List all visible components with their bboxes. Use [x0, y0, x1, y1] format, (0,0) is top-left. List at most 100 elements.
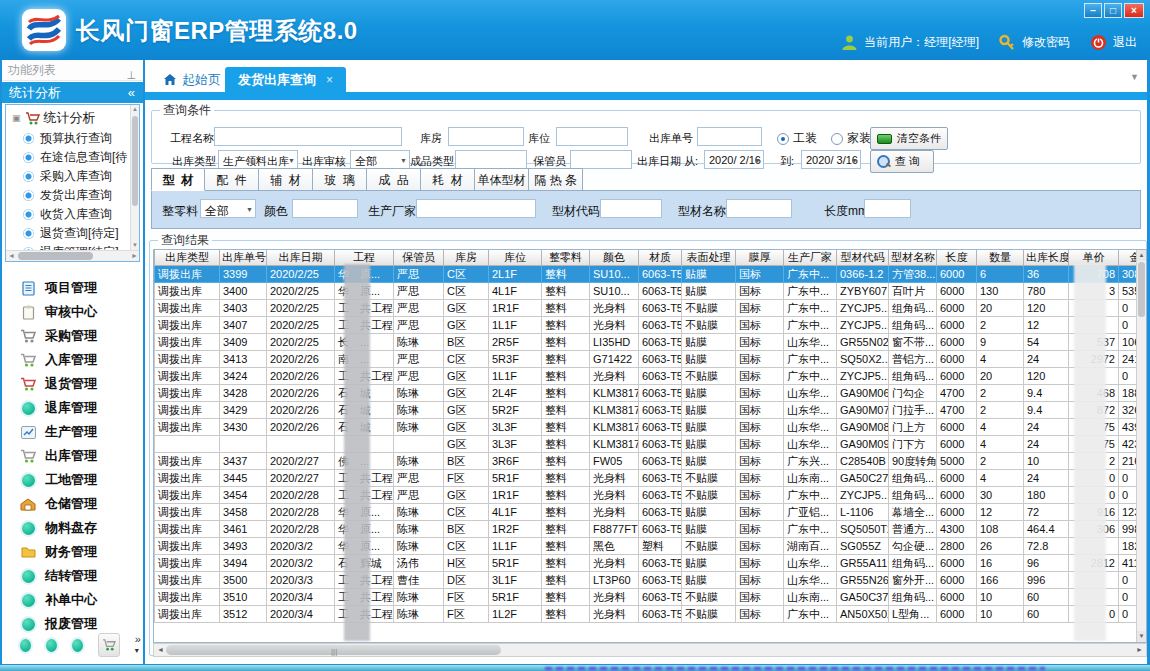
tree-item[interactable]: 采购入库查询	[6, 167, 139, 186]
footer-cart-button[interactable]	[98, 633, 120, 657]
material-tab-6[interactable]: 耗 材	[421, 168, 475, 191]
sidebar-item-生产管理[interactable]: 生产管理	[2, 420, 141, 444]
grid-horizontal-scrollbar[interactable]: ◄|||►	[153, 643, 1147, 657]
column-header[interactable]: 出库单号	[220, 250, 267, 266]
table-row[interactable]: 调拨出库34032020/2/25工 共工程严思G区1R1F整料光身料6063-…	[155, 300, 1148, 317]
material-tab-8[interactable]: 隔 热 条	[529, 168, 583, 191]
column-header[interactable]: 型材代码	[837, 250, 889, 266]
sidebar-item-入库管理[interactable]: 入库管理	[2, 348, 141, 372]
material-tab-5[interactable]: 成 品	[367, 168, 421, 191]
sidebar-item-项目管理[interactable]: 项目管理	[2, 276, 141, 300]
minimize-button[interactable]: –	[1084, 3, 1102, 18]
footer-dot-icon[interactable]	[46, 639, 57, 652]
table-row[interactable]: 调拨出库34542020/2/28工 共工程严思G区1R1F整料光身料6063-…	[155, 487, 1148, 504]
sidebar-item-财务管理[interactable]: 财务管理	[2, 540, 141, 564]
table-row[interactable]: 调拨出库34612020/2/28华 原...陈琳B区1R2F整料F8877FT…	[155, 521, 1148, 538]
date-to-select[interactable]: 2020/ 3/16▼	[801, 150, 861, 169]
table-row[interactable]: 调拨出库34452020/2/27工 共工程严思F区5R1F整料光身料6063-…	[155, 470, 1148, 487]
grid-vertical-scrollbar[interactable]: ▲▼	[1136, 250, 1146, 642]
len-input[interactable]	[864, 199, 911, 218]
column-header[interactable]: 材质	[639, 250, 682, 266]
table-row[interactable]: 调拨出库34302020/2/26石 城陈琳G区3L3F整料KLM3817606…	[155, 419, 1148, 436]
tree-item[interactable]: 预算执行查询	[6, 129, 139, 148]
material-tab-4[interactable]: 玻 璃	[313, 168, 367, 191]
table-row[interactable]: 调拨出库35002020/3/3工 共工程曹佳D区3L1F整料LT3P60606…	[155, 572, 1148, 589]
column-header[interactable]: 颜色	[590, 250, 639, 266]
sidebar-item-出库管理[interactable]: 出库管理	[2, 444, 141, 468]
tree-vertical-scrollbar[interactable]: ▲▼	[130, 105, 139, 250]
table-row[interactable]: 调拨出库34132020/2/26南 ...严思C区5R3F整料G7142260…	[155, 351, 1148, 368]
change-password-link[interactable]: 修改密码	[1022, 34, 1070, 51]
column-header[interactable]: 生产厂家	[784, 250, 837, 266]
table-row[interactable]: G区3L3F整料KLM38176063-T5贴膜国标山东华...GA90M09.…	[155, 436, 1148, 453]
sidebar-item-物料盘存[interactable]: 物料盘存	[2, 516, 141, 540]
material-tab-1[interactable]: 型 材	[151, 168, 205, 191]
audit-select[interactable]: 全部▼	[350, 150, 410, 169]
sidebar-item-退库管理[interactable]: 退库管理	[2, 396, 141, 420]
column-header[interactable]: 出库日期	[267, 250, 335, 266]
table-row[interactable]: 调拨出库34072020/2/25工 共工程严思G区1L1F整料光身料6063-…	[155, 317, 1148, 334]
table-row[interactable]: 调拨出库34282020/2/26石 城陈琳G区2L4F整料KLM3817606…	[155, 385, 1148, 402]
radio-home[interactable]: 家装	[831, 130, 871, 147]
date-from-select[interactable]: 2020/ 2/16▼	[704, 150, 764, 169]
column-header[interactable]: 出库长度	[1024, 250, 1069, 266]
column-header[interactable]: 整零料	[542, 250, 590, 266]
table-row[interactable]: 调拨出库34932020/3/2华 原...陈琳C区1L1F整料黑色塑料不贴膜国…	[155, 538, 1148, 555]
keeper-input[interactable]	[570, 150, 632, 169]
column-header[interactable]: 库房	[444, 250, 489, 266]
close-button[interactable]: ×	[1124, 3, 1144, 18]
clear-button[interactable]: 清空条件	[870, 127, 948, 150]
column-header[interactable]: 库位	[489, 250, 542, 266]
zl-select[interactable]: 全部▼	[200, 199, 256, 218]
table-row[interactable]: 调拨出库35122020/3/4工 共工程陈琳F区1L2F整料光身料6063-T…	[155, 606, 1148, 623]
tree-item[interactable]: 收货入库查询	[6, 205, 139, 224]
column-header[interactable]: 长度	[937, 250, 977, 266]
order-no-input[interactable]	[697, 127, 762, 146]
column-header[interactable]: 表面处理	[682, 250, 736, 266]
footer-dot-icon[interactable]	[72, 639, 83, 652]
out-type-select[interactable]: 生产领料出库▼	[218, 150, 298, 169]
logout-link[interactable]: 退出	[1113, 34, 1137, 51]
column-header[interactable]: 型材名称	[889, 250, 937, 266]
column-header[interactable]: 出库类型	[155, 250, 220, 266]
tree-horizontal-scrollbar[interactable]: ◄►	[6, 250, 140, 261]
footer-dot-icon[interactable]	[20, 639, 31, 652]
project-name-input[interactable]	[214, 127, 402, 146]
tab-home[interactable]: 起始页	[153, 67, 231, 92]
color-input[interactable]	[292, 199, 358, 218]
table-row[interactable]: 调拨出库34372020/2/27佛 ...陈琳B区3R6F整料FW056063…	[155, 453, 1148, 470]
tab-close-icon[interactable]: ×	[326, 73, 333, 87]
sidebar-section-header[interactable]: 统计分析 «	[2, 82, 143, 103]
tree-item[interactable]: 发货出库查询	[6, 186, 139, 205]
table-row[interactable]: 调拨出库34582020/2/28华 原...陈琳C区4L1F整料光身料6063…	[155, 504, 1148, 521]
column-header[interactable]: 膜厚	[736, 250, 784, 266]
mfr-input[interactable]	[416, 199, 536, 218]
tree-item[interactable]: 退货查询[待定]	[6, 224, 139, 243]
table-row[interactable]: 调拨出库35102020/3/4工 共工程陈琳F区5R1F整料光身料6063-T…	[155, 589, 1148, 606]
table-row[interactable]: 调拨出库34092020/2/25长 ...陈琳B区2R5F整料LI35HD60…	[155, 334, 1148, 351]
column-header[interactable]: 数量	[977, 250, 1024, 266]
table-row[interactable]: 调拨出库34002020/2/25华 原...严思C区4L1F整料SU10...…	[155, 283, 1148, 300]
column-header[interactable]: 保管员	[394, 250, 444, 266]
collapse-icon[interactable]: «	[128, 82, 135, 103]
warehouse-input[interactable]	[448, 127, 524, 146]
sidebar-item-仓储管理[interactable]: 仓储管理	[2, 492, 141, 516]
radio-work[interactable]: 工装	[777, 130, 817, 147]
material-tab-7[interactable]: 单体型材	[475, 168, 529, 191]
tree-item[interactable]: 在途信息查询[待	[6, 148, 139, 167]
code-input[interactable]	[600, 199, 662, 218]
sidebar-item-采购管理[interactable]: 采购管理	[2, 324, 141, 348]
material-tab-3[interactable]: 辅 材	[259, 168, 313, 191]
table-row[interactable]: 调拨出库34292020/2/26石 城陈琳G区5R2F整料KLM3817606…	[155, 402, 1148, 419]
table-row[interactable]: 调拨出库34942020/3/2石 辉城汤伟H区5R1F整料光身料6063-T5…	[155, 555, 1148, 572]
tree-expander-icon[interactable]: ▣	[12, 113, 21, 123]
sidebar-item-工地管理[interactable]: 工地管理	[2, 468, 141, 492]
maximize-button[interactable]: □	[1104, 3, 1122, 18]
sidebar-item-退货管理[interactable]: 退货管理	[2, 372, 141, 396]
footer-more-button[interactable]: »▾	[135, 634, 141, 656]
tab-active[interactable]: 发货出库查询×	[225, 67, 346, 92]
product-type-input[interactable]	[455, 150, 527, 169]
tree-root[interactable]: ▣ 统计分析	[6, 105, 139, 129]
name-input[interactable]	[726, 199, 792, 218]
table-row[interactable]: 调拨出库33992020/2/25华 原...严思C区2L1F整料SU10...…	[155, 266, 1148, 283]
